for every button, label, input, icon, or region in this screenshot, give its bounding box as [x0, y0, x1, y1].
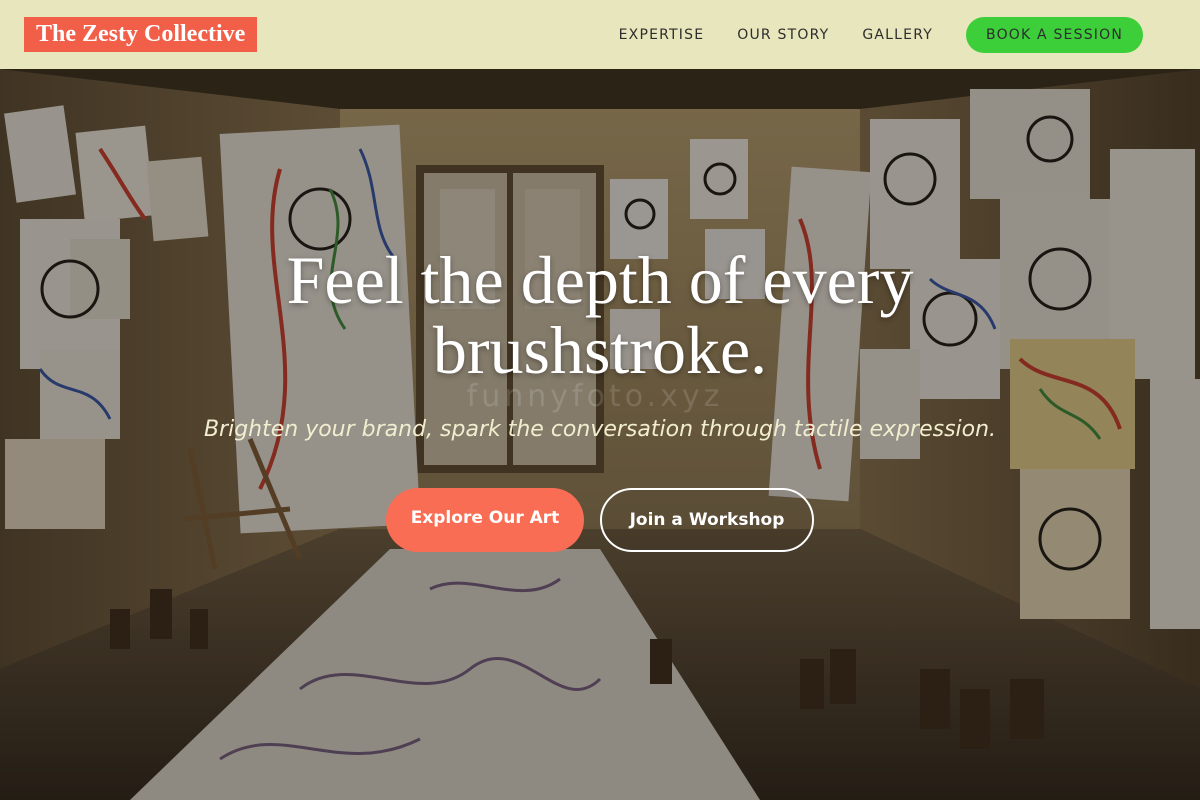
join-workshop-button[interactable]: Join a Workshop: [600, 488, 814, 552]
main-nav: EXPERTISE OUR STORY GALLERY BOOK A SESSI…: [619, 16, 1176, 53]
hero-subheadline: Brighten your brand, spark the conversat…: [203, 417, 997, 442]
nav-link-gallery[interactable]: GALLERY: [862, 27, 933, 43]
nav-link-our-story[interactable]: OUR STORY: [737, 27, 829, 43]
hero-button-row: Explore Our Art Join a Workshop: [0, 488, 1200, 552]
brand-logo[interactable]: The Zesty Collective: [24, 17, 258, 52]
hero-headline: Feel the depth of every brushstroke.: [286, 242, 914, 388]
site-header: The Zesty Collective EXPERTISE OUR STORY…: [0, 0, 1200, 69]
explore-art-button[interactable]: Explore Our Art: [386, 488, 584, 552]
nav-link-expertise[interactable]: EXPERTISE: [619, 27, 705, 43]
hero-section: funnyfoto.xyz Feel the depth of every br…: [0, 69, 1200, 800]
book-session-button[interactable]: BOOK A SESSION: [966, 16, 1143, 53]
hero-content: Feel the depth of every brushstroke. Bri…: [0, 69, 1200, 800]
